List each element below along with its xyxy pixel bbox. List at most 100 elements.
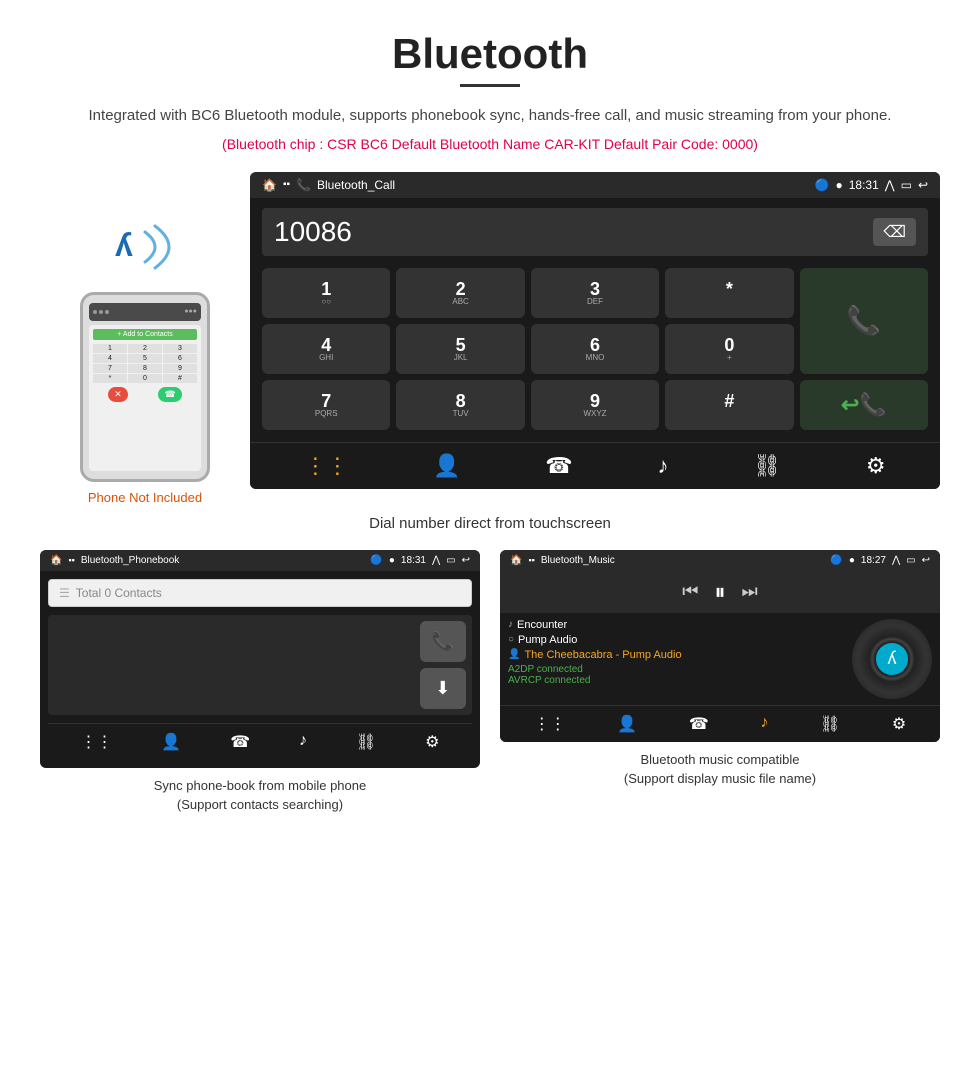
- phonebook-caption: Sync phone-book from mobile phone (Suppo…: [154, 776, 366, 815]
- prev-button[interactable]: ⏮: [682, 581, 698, 602]
- ms-nav-keypad[interactable]: ⋮⋮: [534, 714, 566, 734]
- phone-frame: ●●● + Add to Contacts 123 456 789 *0# ✕ …: [80, 292, 210, 482]
- track1-name: Encounter: [517, 619, 567, 631]
- music-item: 🏠 ▪▪ Bluetooth_Music 🔵 ● 18:27 ⋀ ▭ ↩ ⏮ ⏸…: [500, 550, 940, 815]
- status-left: 🏠 ▪▪ 📞 Bluetooth_Call: [262, 178, 395, 192]
- status-right: 🔵 ● 18:31 ⋀ ▭ ↩: [815, 178, 928, 192]
- next-button[interactable]: ⏭: [742, 581, 758, 602]
- signal-arcs: [135, 220, 185, 274]
- ms-back-icon: ↩: [922, 555, 930, 566]
- ms-status-right: 🔵 ● 18:27 ⋀ ▭ ↩: [830, 555, 930, 566]
- phone-top-bar: ●●●: [89, 303, 201, 321]
- app-name-dial: Bluetooth_Call: [317, 178, 395, 192]
- ms-nav-music[interactable]: ♪: [760, 714, 768, 734]
- track-encounter: ♪ Encounter: [508, 619, 844, 631]
- spec-line: (Bluetooth chip : CSR BC6 Default Blueto…: [40, 136, 940, 152]
- pb-nav-keypad[interactable]: ⋮⋮: [80, 732, 112, 752]
- music-info-row: ♪ Encounter ○ Pump Audio 👤 The Cheebacab…: [500, 613, 940, 705]
- pb-nav-contacts[interactable]: 👤: [161, 732, 181, 752]
- contacts-search-bar[interactable]: ☰ Total 0 Contacts: [48, 579, 472, 607]
- pb-window-icon: ▭: [446, 555, 455, 566]
- ms-bt-icon: 🔵: [830, 555, 842, 566]
- title-underline: [460, 84, 520, 87]
- ms-window-icon: ▭: [906, 555, 915, 566]
- call-icon: 📞: [296, 178, 311, 192]
- ms-dot-icon: ●: [849, 555, 855, 566]
- call-button[interactable]: 📞: [800, 268, 928, 374]
- nav-keypad-icon[interactable]: ⋮⋮: [304, 453, 348, 479]
- music-bottom-nav: ⋮⋮ 👤 ☎ ♪ ⛓ ⚙: [500, 705, 940, 742]
- ms-signal-icon: ▪▪: [528, 555, 534, 565]
- pb-time: 18:31: [401, 555, 426, 566]
- key-5[interactable]: 5JKL: [396, 324, 524, 374]
- key-6[interactable]: 6MNO: [531, 324, 659, 374]
- key-0[interactable]: 0+: [665, 324, 793, 374]
- call-action-btn[interactable]: 📞: [420, 621, 466, 662]
- nav-call-icon[interactable]: ☎: [545, 453, 572, 479]
- pb-bt-icon: 🔵: [370, 555, 382, 566]
- phone-screen: + Add to Contacts 123 456 789 *0# ✕ ☎: [89, 325, 201, 471]
- pb-status-left: 🏠 ▪▪ Bluetooth_Phonebook: [50, 555, 179, 566]
- artist-icon: 👤: [508, 649, 520, 660]
- ms-status-left: 🏠 ▪▪ Bluetooth_Music: [510, 555, 615, 566]
- window-icon: ▭: [901, 178, 912, 192]
- pb-home-icon: 🏠: [50, 555, 62, 566]
- total-contacts-label: Total 0 Contacts: [76, 586, 162, 600]
- track-pump-audio: ○ Pump Audio: [508, 634, 844, 646]
- ms-nav-contacts[interactable]: 👤: [617, 714, 637, 734]
- play-pause-button[interactable]: ⏸: [714, 579, 725, 605]
- bluetooth-status-icon: 🔵: [815, 178, 830, 192]
- keypad-grid: 1○○ 2ABC 3DEF * 📞 4GHI 5JKL 6MNO 0+ 7PQR…: [250, 262, 940, 436]
- phone-add-contact: + Add to Contacts: [93, 329, 197, 340]
- ms-expand-icon: ⋀: [892, 555, 900, 566]
- key-8[interactable]: 8TUV: [396, 380, 524, 430]
- wifi-icon: ●: [835, 178, 842, 192]
- phonebook-content: 📞 ⬇: [48, 615, 472, 715]
- music-caption: Bluetooth music compatible (Support disp…: [624, 750, 816, 789]
- ms-time: 18:27: [861, 555, 886, 566]
- key-hash[interactable]: #: [665, 380, 793, 430]
- pb-nav-call[interactable]: ☎: [230, 732, 250, 752]
- vinyl-center: ʎ: [876, 643, 908, 675]
- bluetooth-icon: ʎ: [115, 227, 133, 264]
- backspace-button[interactable]: ⌫: [873, 218, 916, 246]
- nav-contacts-icon[interactable]: 👤: [433, 453, 460, 479]
- pb-nav-settings[interactable]: ⚙: [425, 732, 439, 752]
- key-1[interactable]: 1○○: [262, 268, 390, 318]
- bluetooth-signal-illustration: ʎ: [105, 212, 185, 282]
- pb-app-name: Bluetooth_Phonebook: [81, 555, 179, 566]
- redial-button[interactable]: ↩📞: [800, 380, 928, 430]
- pb-nav-music[interactable]: ♪: [299, 732, 307, 752]
- dial-screen-col: 🏠 ▪▪ 📞 Bluetooth_Call 🔵 ● 18:31 ⋀ ▭ ↩ 10…: [250, 172, 940, 489]
- nav-link-icon[interactable]: ⛓: [753, 453, 781, 479]
- ms-nav-settings[interactable]: ⚙: [892, 714, 906, 734]
- ms-nav-link[interactable]: ⛓: [820, 714, 840, 734]
- music-screen: 🏠 ▪▪ Bluetooth_Music 🔵 ● 18:27 ⋀ ▭ ↩ ⏮ ⏸…: [500, 550, 940, 742]
- pb-nav-link[interactable]: ⛓: [356, 732, 376, 752]
- signal-icon: ▪▪: [283, 179, 290, 190]
- key-2[interactable]: 2ABC: [396, 268, 524, 318]
- key-3[interactable]: 3DEF: [531, 268, 659, 318]
- key-9[interactable]: 9WXYZ: [531, 380, 659, 430]
- dial-caption: Dial number direct from touchscreen: [40, 515, 940, 532]
- dial-bottom-nav: ⋮⋮ 👤 ☎ ♪ ⛓ ⚙: [250, 442, 940, 489]
- ms-app-name: Bluetooth_Music: [541, 555, 615, 566]
- ms-nav-call[interactable]: ☎: [689, 714, 709, 734]
- track-cheebacabra: 👤 The Cheebacabra - Pump Audio: [508, 649, 844, 661]
- phonebook-body: ☰ Total 0 Contacts 📞 ⬇ ⋮⋮ 👤 ☎ ♪ ⛓ ⚙: [40, 571, 480, 768]
- bottom-row: 🏠 ▪▪ Bluetooth_Phonebook 🔵 ● 18:31 ⋀ ▭ ↩…: [40, 550, 940, 815]
- nav-music-icon[interactable]: ♪: [657, 453, 668, 479]
- avrcp-status: AVRCP connected: [508, 675, 844, 686]
- middle-section: ʎ ●●● + Add to Contacts 123 456: [40, 172, 940, 505]
- download-action-btn[interactable]: ⬇: [420, 668, 466, 709]
- search-icon: ☰: [59, 586, 70, 600]
- pb-signal-icon: ▪▪: [68, 555, 74, 565]
- nav-settings-icon[interactable]: ⚙: [866, 453, 886, 479]
- pb-status-right: 🔵 ● 18:31 ⋀ ▭ ↩: [370, 555, 470, 566]
- music-transport-controls: ⏮ ⏸ ⏭: [500, 571, 940, 613]
- pb-dot-icon: ●: [389, 555, 395, 566]
- time-dial: 18:31: [849, 178, 879, 192]
- key-4[interactable]: 4GHI: [262, 324, 390, 374]
- key-7[interactable]: 7PQRS: [262, 380, 390, 430]
- key-star[interactable]: *: [665, 268, 793, 318]
